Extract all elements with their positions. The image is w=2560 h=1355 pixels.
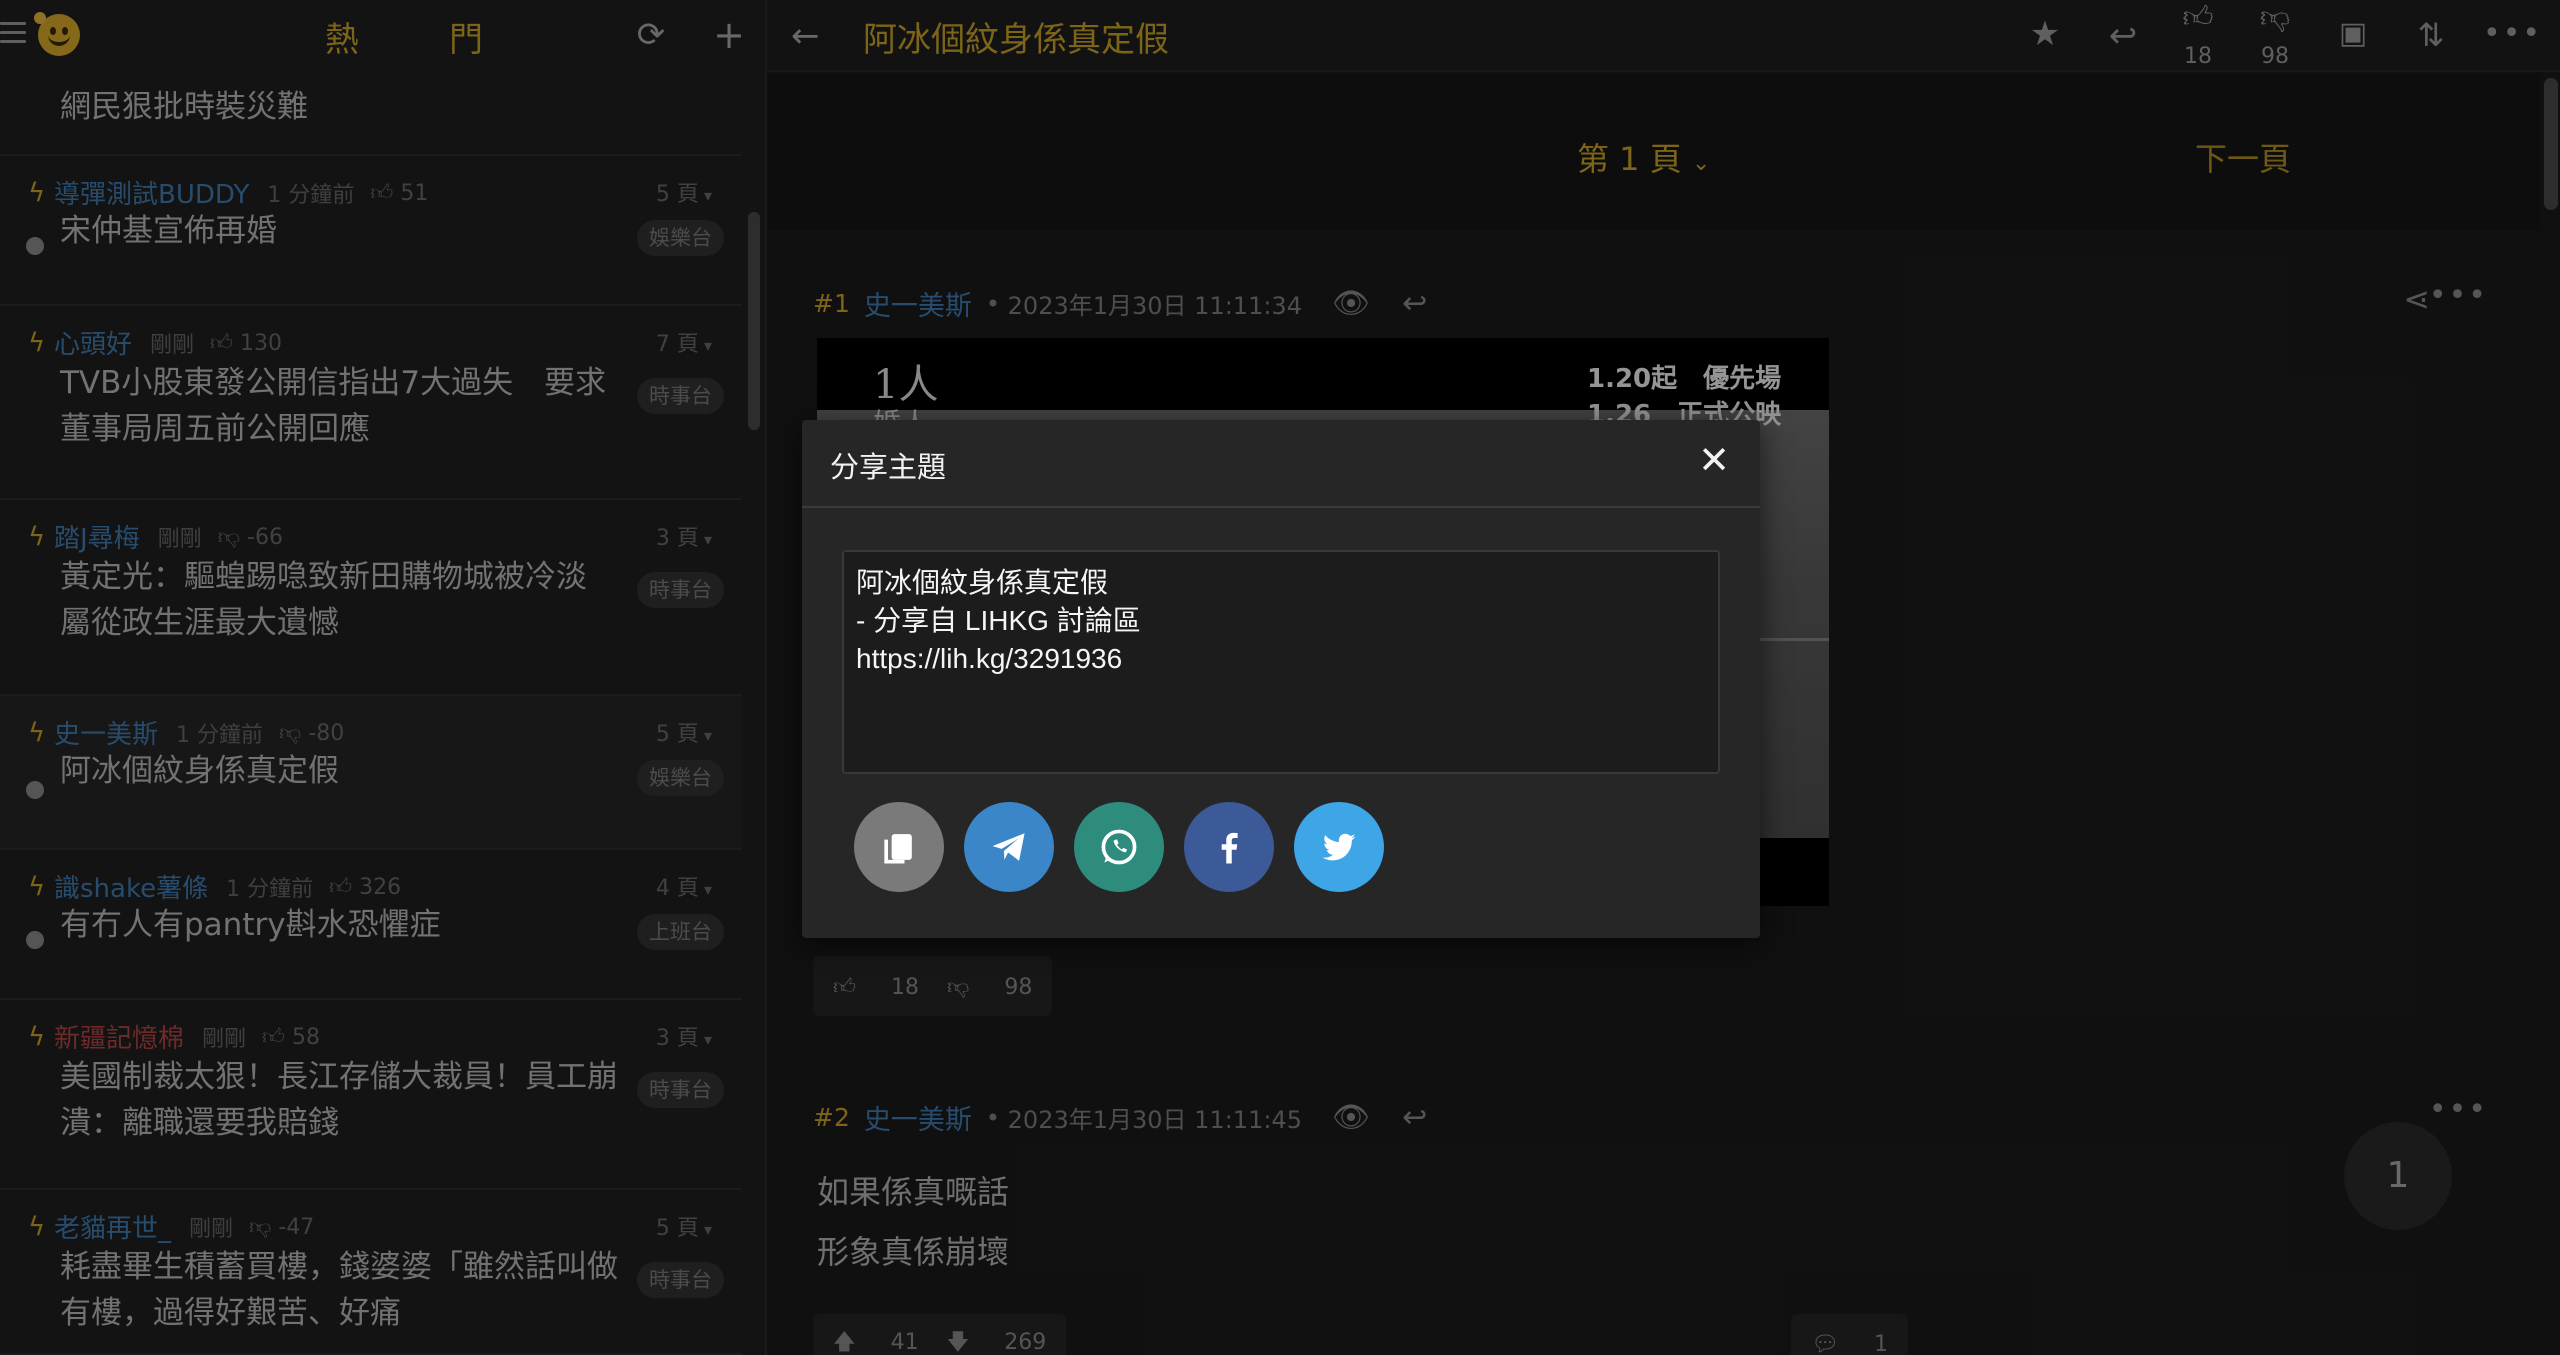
facebook-icon bbox=[1221, 832, 1238, 864]
share-modal-header: 分享主題 ✕ bbox=[802, 420, 1760, 508]
facebook-share-button[interactable] bbox=[1184, 802, 1274, 892]
whatsapp-icon bbox=[1101, 829, 1137, 865]
share-text-area[interactable]: 阿冰個紋身係真定假 - 分享自 LIHKG 討論區 https://lih.kg… bbox=[842, 550, 1720, 774]
telegram-icon bbox=[992, 833, 1025, 861]
app: 熱 門 ⟳ + 網民狠批時裝災難 ϟ 導彈測試BUDDY 1 分鐘前 👍︎ 51 5 頁… bbox=[0, 0, 2560, 1355]
copy-icon bbox=[884, 834, 912, 864]
share-modal: 分享主題 ✕ 阿冰個紋身係真定假 - 分享自 LIHKG 討論區 https:/… bbox=[802, 420, 1760, 938]
twitter-icon bbox=[1322, 833, 1356, 861]
close-icon[interactable]: ✕ bbox=[1694, 440, 1734, 480]
share-modal-title: 分享主題 bbox=[830, 450, 947, 484]
whatsapp-share-button[interactable] bbox=[1074, 802, 1164, 892]
telegram-share-button[interactable] bbox=[964, 802, 1054, 892]
copy-button[interactable] bbox=[854, 802, 944, 892]
twitter-share-button[interactable] bbox=[1294, 802, 1384, 892]
